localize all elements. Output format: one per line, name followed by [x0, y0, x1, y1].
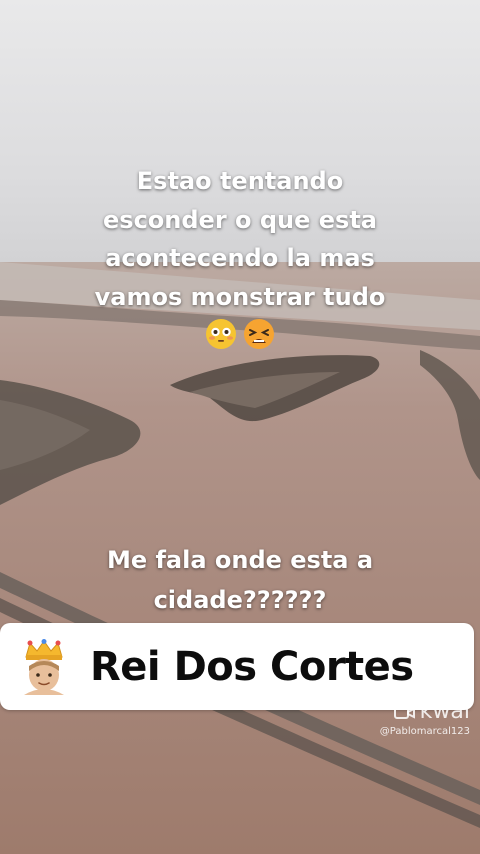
crown-person-emoji	[24, 638, 64, 695]
emoji-row	[0, 318, 480, 350]
caption-line: esconder o que esta	[103, 205, 377, 234]
caption-line: cidade??????	[153, 586, 327, 614]
caption-line: vamos monstrar tudo	[94, 282, 386, 311]
camera-icon	[393, 704, 415, 719]
flushed-face-emoji	[206, 319, 236, 349]
tired-face-emoji	[244, 319, 274, 349]
caption-line: Me fala onde esta a	[106, 546, 374, 574]
watermark-username: @Pablomarcal123	[379, 726, 470, 737]
caption-line: acontecendo la mas	[105, 244, 375, 272]
kwai-watermark: kwai @Pablomarcal123	[379, 700, 470, 738]
caption-line: Estao tentando	[136, 167, 344, 195]
top-caption: Estao tentando esconder o que esta acont…	[0, 162, 480, 350]
kwai-logo: kwai	[380, 700, 470, 724]
channel-title: Rei Dos Cortes	[90, 643, 414, 690]
channel-banner: Rei Dos Cortes	[0, 623, 474, 710]
bottom-caption: Me fala onde esta a cidade??????	[0, 540, 480, 620]
kwai-wordmark: kwai	[419, 699, 470, 724]
